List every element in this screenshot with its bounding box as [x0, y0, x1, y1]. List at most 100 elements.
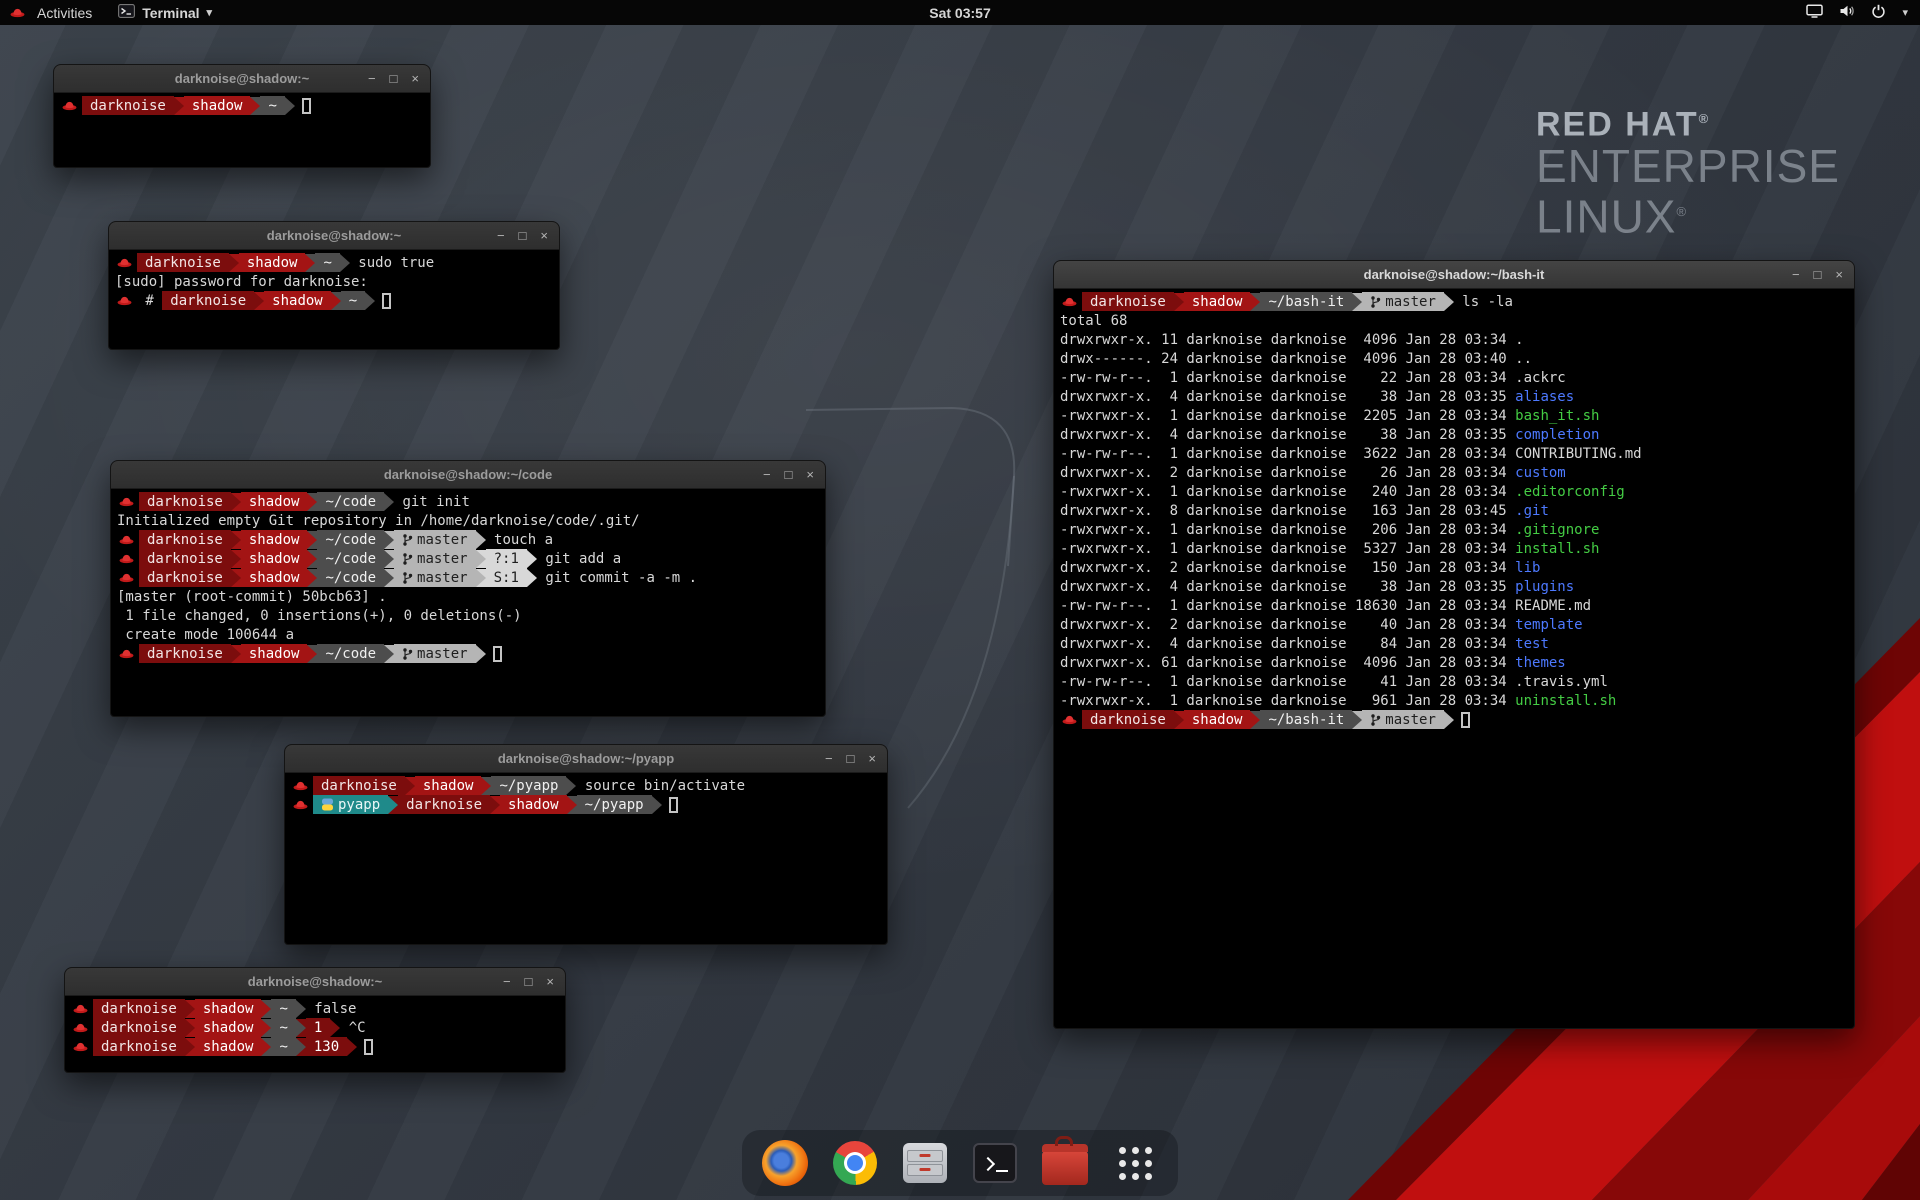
- activities-button[interactable]: Activities: [0, 5, 92, 21]
- terminal-text: git init: [394, 494, 470, 510]
- terminal-text: drwxrwxr-x. 4 darknoise darknoise 38 Jan…: [1060, 427, 1515, 443]
- minimize-button[interactable]: −: [825, 752, 833, 765]
- prompt-segment-user: darknoise: [313, 776, 405, 795]
- maximize-button[interactable]: □: [785, 468, 793, 481]
- powerline-separator: [476, 645, 486, 663]
- branch-icon: [1370, 295, 1385, 309]
- terminal-text: total 68: [1060, 313, 1127, 329]
- close-button[interactable]: ×: [868, 752, 876, 765]
- display-icon[interactable]: [1806, 4, 1823, 21]
- chevron-down-icon: ▾: [207, 6, 213, 19]
- terminal-content[interactable]: darknoiseshadow~/bash-itmaster ls -la tot…: [1054, 289, 1854, 1028]
- prompt-segment-path: ~: [315, 253, 339, 272]
- terminal-content[interactable]: darknoiseshadow~/pyapp source bin/activa…: [285, 773, 887, 944]
- power-icon[interactable]: [1871, 4, 1886, 22]
- terminal-window-4[interactable]: darknoise@shadow:~/pyapp − □ × darknoise…: [284, 744, 888, 945]
- terminal-text: -rw-rw-r--. 1 darknoise darknoise 22 Jan…: [1060, 370, 1515, 386]
- terminal-text: 1 file changed, 0 insertions(+), 0 delet…: [117, 608, 522, 624]
- prompt-segment-user: darknoise: [93, 1018, 185, 1037]
- minimize-button[interactable]: −: [1792, 268, 1800, 281]
- terminal-window-3[interactable]: darknoise@shadow:~/code − □ × darknoises…: [110, 460, 826, 717]
- window-titlebar[interactable]: darknoise@shadow:~/code − □ ×: [111, 461, 825, 489]
- terminal-icon[interactable]: [970, 1138, 1020, 1188]
- close-button[interactable]: ×: [1835, 268, 1843, 281]
- powerline-separator: [476, 569, 486, 587]
- terminal-line: darknoiseshadow~/codemaster: [117, 644, 819, 663]
- redhat-icon: [62, 100, 77, 111]
- terminal-text: ls -la: [1454, 294, 1513, 310]
- terminal-line: darknoiseshadow~/bash-itmaster ls -la: [1060, 292, 1848, 311]
- prompt-segment-git: master: [394, 568, 476, 587]
- terminal-line: darknoiseshadow~/codemaster?:1 git add a: [117, 549, 819, 568]
- terminal-window-2[interactable]: darknoise@shadow:~ − □ × darknoiseshadow…: [108, 221, 560, 350]
- close-button[interactable]: ×: [411, 72, 419, 85]
- powerline-separator: [185, 1038, 195, 1056]
- window-titlebar[interactable]: darknoise@shadow:~ − □ ×: [65, 968, 565, 996]
- files-icon[interactable]: [900, 1138, 950, 1188]
- terminal-line: darknoiseshadow~/pyapp source bin/activa…: [291, 776, 881, 795]
- app-menu-terminal[interactable]: Terminal ▾: [118, 4, 212, 21]
- powerline-separator: [347, 1038, 357, 1056]
- powerline-separator: [1174, 711, 1184, 729]
- maximize-button[interactable]: □: [847, 752, 855, 765]
- window-titlebar[interactable]: darknoise@shadow:~ − □ ×: [54, 65, 430, 93]
- powerline-separator: [307, 531, 317, 549]
- powerline-separator: [1250, 711, 1260, 729]
- terminal-text: drwxrwxr-x. 4 darknoise darknoise 38 Jan…: [1060, 389, 1515, 405]
- close-button[interactable]: ×: [806, 468, 814, 481]
- window-titlebar[interactable]: darknoise@shadow:~/bash-it − □ ×: [1054, 261, 1854, 289]
- powerline-separator: [476, 531, 486, 549]
- show-applications-icon[interactable]: [1110, 1138, 1160, 1188]
- close-button[interactable]: ×: [546, 975, 554, 988]
- terminal-line: darknoiseshadow~/codemasterS:1 git commi…: [117, 568, 819, 587]
- maximize-button[interactable]: □: [519, 229, 527, 242]
- terminal-line: drwxrwxr-x. 11 darknoise darknoise 4096 …: [1060, 330, 1848, 349]
- terminal-line: drwxrwxr-x. 8 darknoise darknoise 163 Ja…: [1060, 501, 1848, 520]
- maximize-button[interactable]: □: [525, 975, 533, 988]
- prompt-segment-user: darknoise: [93, 999, 185, 1018]
- prompt-segment-host: shadow: [184, 96, 251, 115]
- powerline-separator: [384, 550, 394, 568]
- powerline-separator: [1352, 293, 1362, 311]
- terminal-text: lib: [1515, 560, 1540, 576]
- prompt-segment-user: darknoise: [93, 1037, 185, 1056]
- redhat-icon: [73, 1022, 88, 1033]
- maximize-button[interactable]: □: [390, 72, 398, 85]
- prompt-segment-path: ~/code: [317, 549, 384, 568]
- brand-line-3: LINUX®: [1536, 189, 1840, 239]
- terminal-content[interactable]: darknoiseshadow~ falsedarknoiseshadow~1 …: [65, 996, 565, 1072]
- prompt-segment-exit: 1: [306, 1018, 330, 1037]
- volume-icon[interactable]: [1839, 4, 1855, 21]
- terminal-content[interactable]: darknoiseshadow~: [54, 93, 430, 167]
- powerline-separator: [384, 531, 394, 549]
- system-status-area[interactable]: ▾: [1806, 4, 1920, 22]
- close-button[interactable]: ×: [540, 229, 548, 242]
- clock[interactable]: Sat 03:57: [929, 5, 990, 21]
- prompt-segment-path: ~/code: [317, 568, 384, 587]
- terminal-window-bash-it[interactable]: darknoise@shadow:~/bash-it − □ × darknoi…: [1053, 260, 1855, 1029]
- maximize-button[interactable]: □: [1814, 268, 1822, 281]
- minimize-button[interactable]: −: [763, 468, 771, 481]
- terminal-window-5[interactable]: darknoise@shadow:~ − □ × darknoiseshadow…: [64, 967, 566, 1073]
- minimize-button[interactable]: −: [503, 975, 511, 988]
- prompt-segment-path: ~: [260, 96, 284, 115]
- firefox-icon[interactable]: [760, 1138, 810, 1188]
- top-bar: Activities Terminal ▾ Sat 03:57 ▾: [0, 0, 1920, 25]
- minimize-button[interactable]: −: [497, 229, 505, 242]
- minimize-button[interactable]: −: [368, 72, 376, 85]
- powerline-separator: [384, 645, 394, 663]
- terminal-text: create mode 100644 a: [117, 627, 294, 643]
- prompt-segment-host: shadow: [264, 291, 331, 310]
- terminal-cursor: [302, 98, 311, 114]
- window-titlebar[interactable]: darknoise@shadow:~/pyapp − □ ×: [285, 745, 887, 773]
- terminal-line: darknoiseshadow~/code git init: [117, 492, 819, 511]
- redhat-icon: [293, 780, 308, 791]
- prompt-segment-user: darknoise: [139, 549, 231, 568]
- window-titlebar[interactable]: darknoise@shadow:~ − □ ×: [109, 222, 559, 250]
- redhat-icon: [117, 257, 132, 268]
- toolbox-icon[interactable]: [1040, 1138, 1090, 1188]
- terminal-content[interactable]: darknoiseshadow~ sudo true[sudo] passwor…: [109, 250, 559, 349]
- terminal-window-1[interactable]: darknoise@shadow:~ − □ × darknoiseshadow…: [53, 64, 431, 168]
- terminal-content[interactable]: darknoiseshadow~/code git initInitialize…: [111, 489, 825, 716]
- chrome-icon[interactable]: [830, 1138, 880, 1188]
